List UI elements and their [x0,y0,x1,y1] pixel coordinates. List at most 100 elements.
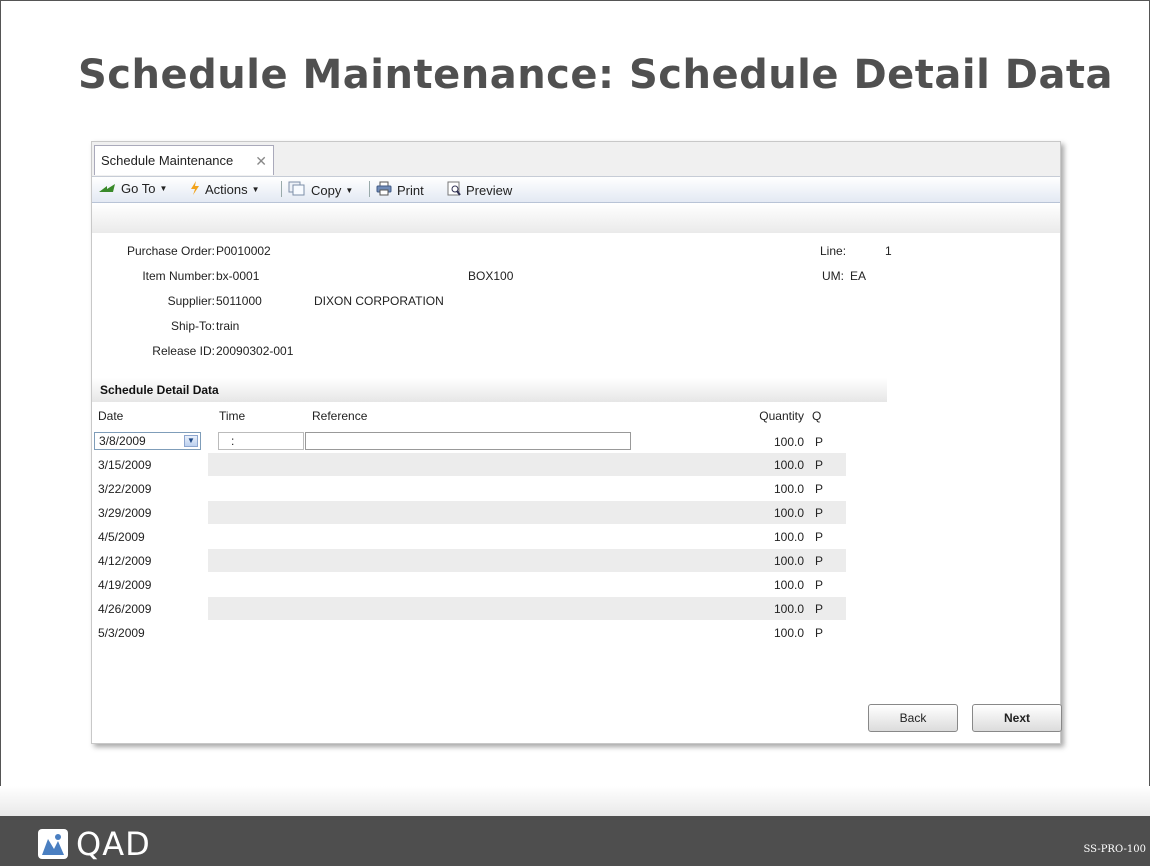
table-row-editable: 3/8/2009 ▼ : 100.0 P [92,430,852,453]
date-cell: 3/22/2009 [98,482,152,496]
quantity-cell: 100.0 [773,554,804,568]
header-band [92,203,1060,233]
item-description: BOX100 [468,269,514,283]
q-cell: P [815,602,824,616]
row-shade [208,549,846,572]
quantity-cell: 100.0 [773,626,804,640]
supplier-name: DIXON CORPORATION [314,294,444,308]
quantity-cell: 100.0 [773,530,804,544]
time-value: : [231,434,235,448]
quantity-cell: 100.0 [773,435,804,449]
date-cell: 4/5/2009 [98,530,145,544]
q-cell: P [815,530,824,544]
column-date: Date [98,409,124,423]
toolbar-divider [281,181,282,197]
copy-label: Copy [311,182,342,198]
quantity-cell: 100.0 [773,506,804,520]
table-row[interactable]: 3/22/2009 100.0 P [92,477,852,500]
table-row[interactable]: 3/29/2009 100.0 P [92,501,852,524]
logo-text: QAD [76,825,151,863]
table-row[interactable]: 3/15/2009 100.0 P [92,453,852,476]
q-cell: P [815,458,824,472]
release-id-label: Release ID: [152,344,215,358]
go-arrow-icon [98,181,116,196]
column-quantity: Quantity [759,409,804,423]
chevron-down-icon[interactable]: ▼ [184,435,198,447]
supplier-label: Supplier: [167,294,215,308]
quantity-cell: 100.0 [773,482,804,496]
quantity-cell: 100.0 [773,602,804,616]
actions-label: Actions [205,182,248,197]
goto-button[interactable]: Go To ▼ [98,181,167,196]
quantity-cell: 100.0 [773,578,804,592]
slide-title: Schedule Maintenance: Schedule Detail Da… [78,52,1114,98]
preview-label: Preview [466,182,513,198]
slide-code: SS-PRO-100 [1083,844,1146,855]
footer-bar: QAD SS-PRO-100 [0,816,1150,866]
footer-gradient [0,786,1150,816]
q-cell: P [815,578,824,592]
printer-icon [376,181,392,199]
preview-icon [447,181,461,199]
back-button[interactable]: Back [868,704,958,732]
date-cell: 3/29/2009 [98,506,152,520]
preview-button[interactable]: Preview [447,181,512,199]
date-cell: 4/12/2009 [98,554,152,568]
tab-strip: Schedule Maintenance ✕ [92,142,1060,177]
qad-logo: QAD [38,825,151,863]
q-cell: P [815,626,824,640]
section-header: Schedule Detail Data [92,378,887,402]
supplier-value: 5011000 [216,294,262,308]
column-q: Q [812,409,822,423]
print-button[interactable]: Print [376,181,424,199]
tab-label: Schedule Maintenance [101,153,234,168]
chevron-down-icon: ▼ [251,185,260,194]
row-shade [208,453,846,476]
line-label: Line: [820,244,847,258]
purchase-order-value: P0010002 [216,244,271,258]
qad-logo-icon [38,829,68,859]
purchase-order-label: Purchase Order: [126,244,215,258]
table-row[interactable]: 5/3/2009 100.0 P [92,621,852,644]
toolbar: Go To ▼ Actions ▼ Copy ▼ Print Preview [92,177,1060,203]
q-cell: P [815,506,824,520]
table-row[interactable]: 4/26/2009 100.0 P [92,597,852,620]
um-value: EA [850,269,867,283]
date-cell: 5/3/2009 [98,626,145,640]
date-cell: 4/19/2009 [98,578,152,592]
reference-input[interactable] [305,432,631,450]
q-cell: P [815,482,824,496]
time-input[interactable]: : [218,432,304,450]
row-shade [208,501,846,524]
lightning-icon [190,181,200,198]
row-shade [208,597,846,620]
table-row[interactable]: 4/19/2009 100.0 P [92,573,852,596]
table-row[interactable]: 4/12/2009 100.0 P [92,549,852,572]
chevron-down-icon: ▼ [345,185,354,195]
copy-icon [288,181,306,199]
ship-to-label: Ship-To: [170,319,215,333]
date-dropdown[interactable]: 3/8/2009 ▼ [94,432,201,450]
ship-to-value: train [216,319,240,333]
actions-button[interactable]: Actions ▼ [190,181,260,198]
tab-schedule-maintenance[interactable]: Schedule Maintenance ✕ [94,145,274,175]
date-cell: 4/26/2009 [98,602,152,616]
table-row[interactable]: 4/5/2009 100.0 P [92,525,852,548]
column-time: Time [219,409,246,423]
toolbar-divider [369,181,370,197]
um-label: UM: [822,269,844,283]
date-value: 3/8/2009 [99,434,146,448]
print-label: Print [397,182,424,198]
close-icon[interactable]: ✕ [255,146,267,176]
app-window: Schedule Maintenance ✕ Go To ▼ Actions ▼… [91,141,1062,744]
line-value: 1 [885,244,892,258]
q-cell: P [815,554,824,568]
next-button[interactable]: Next [972,704,1062,732]
date-cell: 3/15/2009 [98,458,152,472]
copy-button[interactable]: Copy ▼ [288,181,353,199]
chevron-down-icon: ▼ [159,184,168,193]
item-number-value: bx-0001 [216,269,260,283]
section-title: Schedule Detail Data [100,383,219,397]
goto-label: Go To [121,181,156,196]
q-cell: P [815,435,824,449]
